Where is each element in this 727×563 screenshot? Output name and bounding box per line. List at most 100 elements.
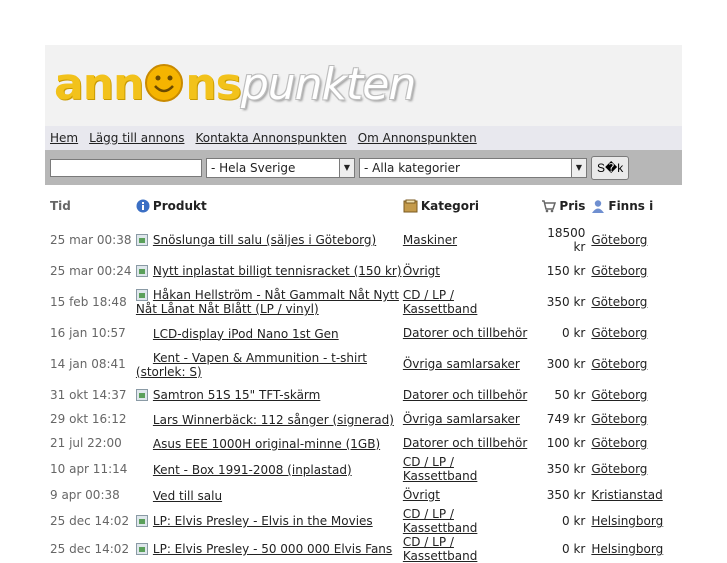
row-product: LCD-display iPod Nano 1st Gen <box>136 321 403 345</box>
image-icon <box>135 234 148 246</box>
nav-home[interactable]: Hem <box>50 131 78 145</box>
search-bar: - Hela Sverige ▼ - Alla kategorier ▼ S�k <box>45 150 682 185</box>
row-price: 350 kr <box>546 295 586 309</box>
row-time: 25 dec 14:02 <box>50 542 130 556</box>
category-link[interactable]: CD / LP / Kassettband <box>403 507 478 535</box>
row-price: 350 kr <box>546 488 586 502</box>
category-link[interactable]: Maskiner <box>403 233 457 247</box>
table-row: 9 apr 00:38 Ved till salu Övrigt 350 kr Kris… <box>45 483 682 507</box>
location-link[interactable]: Kristianstad <box>591 488 662 502</box>
category-link[interactable]: Datorer och tillbehör <box>403 326 527 340</box>
image-icon <box>135 389 148 401</box>
product-link[interactable]: Håkan Hellström - Nåt Gammalt Nåt Nytt N… <box>136 288 399 316</box>
row-price: 300 kr <box>546 357 586 371</box>
row-category: Datorer och tillbehör <box>403 383 532 407</box>
product-link[interactable]: Snöslunga till salu (säljes i Göteborg) <box>153 233 376 247</box>
row-category: CD / LP / Kassettband <box>403 507 532 535</box>
category-link[interactable]: Övrigt <box>403 264 440 278</box>
location-link[interactable]: Göteborg <box>591 357 647 371</box>
image-icon <box>135 289 148 301</box>
category-link[interactable]: Övriga samlarsaker <box>403 357 520 371</box>
category-link[interactable]: CD / LP / Kassettband <box>403 288 478 316</box>
product-link[interactable]: Samtron 51S 15" TFT-skärm <box>153 388 320 402</box>
row-location: Helsingborg <box>591 507 682 535</box>
table-row: 25 mar 00:38 Snöslunga till salu (säljes … <box>45 221 682 259</box>
row-location: Helsingborg <box>591 535 682 563</box>
row-category: Datorer och tillbehör <box>403 431 532 455</box>
product-link[interactable]: LCD-display iPod Nano 1st Gen <box>153 327 339 341</box>
ads-table: Tid Produkt Kategori Pris Finns i 25 mar… <box>45 191 682 563</box>
nav-add-ad[interactable]: Lägg till annons <box>89 131 184 145</box>
row-product: Kent - Vapen & Ammunition - t-shirt (sto… <box>136 345 403 383</box>
product-link[interactable]: LP: Elvis Presley - Elvis in the Movies <box>153 514 373 528</box>
row-product: Samtron 51S 15" TFT-skärm <box>135 383 403 407</box>
location-link[interactable]: Göteborg <box>591 264 647 278</box>
row-price: 50 kr <box>554 388 586 402</box>
location-link[interactable]: Göteborg <box>591 462 647 476</box>
table-row: 15 feb 18:48 Håkan Hellström - Nåt Gammal… <box>45 283 682 321</box>
row-time: 14 jan 08:41 <box>50 357 126 371</box>
category-link[interactable]: Övriga samlarsaker <box>403 412 520 426</box>
product-link[interactable]: Lars Winnerbäck: 112 sånger (signerad) <box>153 413 394 427</box>
row-product: Nytt inplastat billigt tennisracket (150… <box>135 259 403 283</box>
category-select[interactable]: - Alla kategorier ▼ <box>359 157 587 178</box>
location-link[interactable]: Helsingborg <box>591 542 663 556</box>
row-location: Kristianstad <box>591 483 682 507</box>
product-link[interactable]: Asus EEE 1000H original-minne (1GB) <box>153 437 380 451</box>
page-container: ann nspunkten Hem Lägg till annons Kontak… <box>45 45 682 563</box>
row-product: LP: Elvis Presley - 50 000 000 Elvis Fan… <box>135 535 403 563</box>
row-time: 25 mar 00:24 <box>50 264 132 278</box>
row-time: 10 apr 11:14 <box>50 462 128 476</box>
search-input[interactable] <box>50 158 202 177</box>
col-time: Tid <box>50 199 71 213</box>
location-link[interactable]: Göteborg <box>591 326 647 340</box>
row-location: Göteborg <box>591 455 682 483</box>
region-select[interactable]: - Hela Sverige ▼ <box>206 157 355 178</box>
chevron-down-icon: ▼ <box>339 158 354 177</box>
category-link[interactable]: CD / LP / Kassettband <box>403 455 478 483</box>
chevron-down-icon: ▼ <box>571 158 586 177</box>
category-link[interactable]: Övrigt <box>403 488 440 502</box>
site-logo[interactable]: ann nspunkten <box>54 57 416 113</box>
nav-about[interactable]: Om Annonspunkten <box>358 131 477 145</box>
table-row: 29 okt 16:12 Lars Winnerbäck: 112 sånger … <box>45 407 682 431</box>
row-location: Göteborg <box>591 431 682 455</box>
image-icon <box>135 265 148 277</box>
row-location: Göteborg <box>591 221 682 259</box>
location-link[interactable]: Göteborg <box>591 233 647 247</box>
location-link[interactable]: Göteborg <box>591 388 647 402</box>
row-product: Lars Winnerbäck: 112 sånger (signerad) <box>136 407 403 431</box>
category-link[interactable]: CD / LP / Kassettband <box>403 535 478 563</box>
product-link[interactable]: LP: Elvis Presley - 50 000 000 Elvis Fan… <box>153 542 392 556</box>
location-link[interactable]: Helsingborg <box>591 514 663 528</box>
category-link[interactable]: Datorer och tillbehör <box>403 388 527 402</box>
location-link[interactable]: Göteborg <box>591 436 647 450</box>
row-product: Snöslunga till salu (säljes i Göteborg) <box>135 221 403 259</box>
location-link[interactable]: Göteborg <box>591 295 647 309</box>
row-price: 749 kr <box>546 412 586 426</box>
search-button[interactable]: S�k <box>591 155 630 180</box>
product-link[interactable]: Ved till salu <box>153 489 222 503</box>
row-product: Håkan Hellström - Nåt Gammalt Nåt Nytt N… <box>135 283 403 321</box>
category-link[interactable]: Datorer och tillbehör <box>403 436 527 450</box>
cart-icon <box>542 200 557 213</box>
table-row: 31 okt 14:37 Samtron 51S 15" TFT-skärm Dat… <box>45 383 682 407</box>
location-link[interactable]: Göteborg <box>591 412 647 426</box>
smiley-icon <box>145 64 184 102</box>
row-category: CD / LP / Kassettband <box>403 535 532 563</box>
table-row: 25 dec 14:02 LP: Elvis Presley - Elvis in… <box>45 507 682 535</box>
product-link[interactable]: Nytt inplastat billigt tennisracket (150… <box>153 264 402 278</box>
col-price: Pris <box>532 191 592 221</box>
row-price: 150 kr <box>546 264 586 278</box>
row-location: Göteborg <box>591 383 682 407</box>
nav-contact[interactable]: Kontakta Annonspunkten <box>195 131 346 145</box>
product-link[interactable]: Kent - Box 1991-2008 (inplastad) <box>153 463 352 477</box>
row-location: Göteborg <box>591 407 682 431</box>
row-time: 29 okt 16:12 <box>50 412 127 426</box>
product-link[interactable]: Kent - Vapen & Ammunition - t-shirt (sto… <box>136 351 367 379</box>
